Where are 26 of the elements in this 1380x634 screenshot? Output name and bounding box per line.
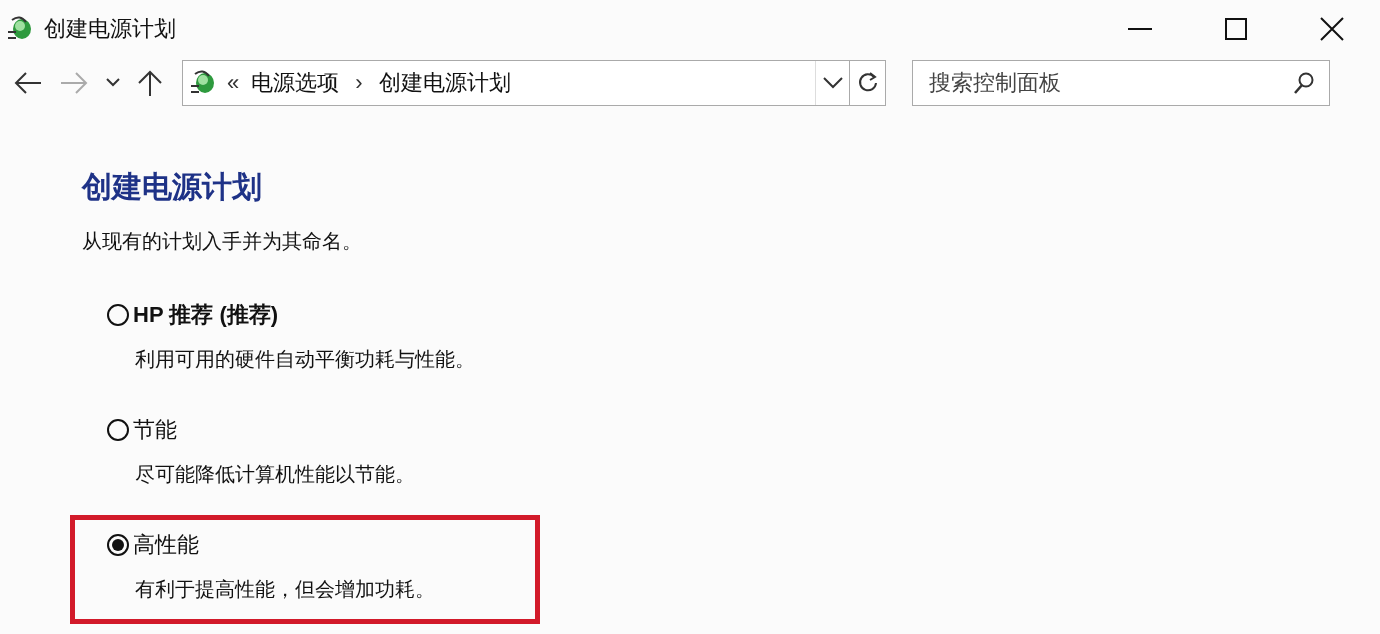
search-icon[interactable] xyxy=(1292,70,1316,95)
radio-button[interactable] xyxy=(107,419,129,441)
breadcrumb[interactable]: 电源选项 xyxy=(251,67,340,98)
plan-description: 有利于提高性能，但会增加功耗。 xyxy=(135,577,436,602)
refresh-icon[interactable] xyxy=(856,71,879,94)
maximize-icon[interactable] xyxy=(1225,18,1247,40)
chevron-down-icon[interactable] xyxy=(822,76,843,89)
plan-label[interactable]: 节能 xyxy=(133,415,177,445)
plan-description: 利用可用的硬件自动平衡功耗与性能。 xyxy=(135,347,476,372)
chevron-down-icon[interactable] xyxy=(106,78,120,87)
close-icon[interactable] xyxy=(1320,17,1344,41)
plan-description: 尽可能降低计算机性能以节能。 xyxy=(135,462,416,487)
minimize-icon[interactable] xyxy=(1128,27,1152,31)
radio-button[interactable] xyxy=(107,534,129,556)
overflow-chevron[interactable]: « xyxy=(227,69,240,96)
instruction-text: 从现有的计划入手并为其命名。 xyxy=(82,229,362,254)
window-title: 创建电源计划 xyxy=(44,15,177,43)
breadcrumb-separator[interactable]: › xyxy=(355,69,363,96)
address-bar[interactable]: « 电源选项 › 创建电源计划 xyxy=(182,59,850,106)
plan-label[interactable]: HP 推荐 (推荐) xyxy=(133,300,279,330)
search-field[interactable]: 搜索控制面板 xyxy=(912,59,1330,106)
refresh-button[interactable] xyxy=(850,59,886,106)
plan-label[interactable]: 高性能 xyxy=(133,530,199,560)
radio-button[interactable] xyxy=(107,304,129,326)
breadcrumb[interactable]: 创建电源计划 xyxy=(378,67,511,98)
page-heading: 创建电源计划 xyxy=(82,169,262,205)
